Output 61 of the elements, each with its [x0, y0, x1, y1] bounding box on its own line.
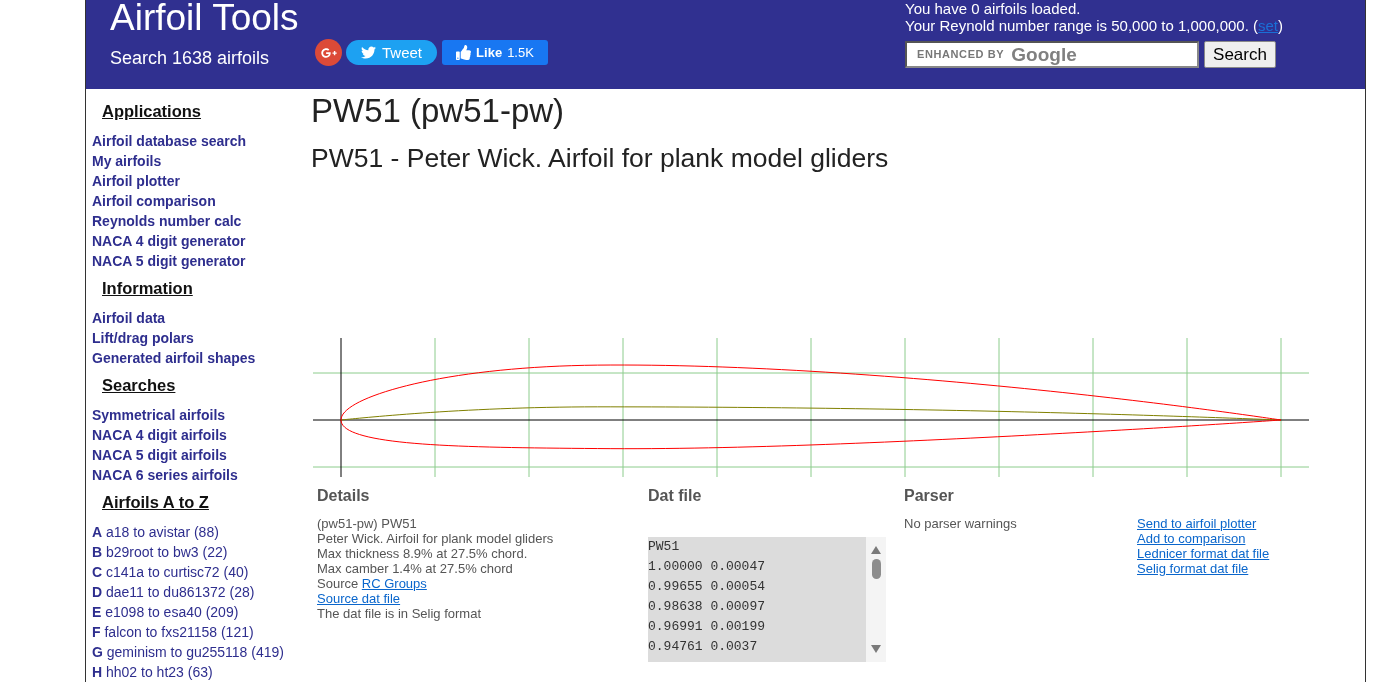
- page-subtitle: PW51 - Peter Wick. Airfoil for plank model gliders: [311, 143, 889, 173]
- sidebar-link[interactable]: D dae11 to du861372 (28): [92, 582, 255, 602]
- sidebar-link[interactable]: Lift/drag polars: [92, 328, 194, 348]
- detail-text: Peter Wick. Airfoil for plank model gliders: [317, 531, 554, 546]
- sidebar-heading: Information: [102, 278, 193, 298]
- sidebar-link[interactable]: Airfoil database search: [92, 131, 247, 151]
- sidebar-link[interactable]: NACA 5 digit generator: [92, 251, 246, 271]
- sidebar-link[interactable]: Airfoil comparison: [92, 191, 216, 211]
- like-button[interactable]: Like 1.5K: [442, 40, 548, 65]
- source-link[interactable]: RC Groups: [361, 576, 427, 591]
- section-heading: Details: [317, 486, 370, 506]
- action-link[interactable]: Selig format dat file: [1137, 561, 1249, 576]
- enhanced-by-text: ENHANCED BY: [917, 47, 1005, 62]
- search-field[interactable]: ENHANCED BY Google: [905, 41, 1199, 68]
- site-subtitle: Search 1638 airfoils: [110, 47, 271, 69]
- sidebar-link[interactable]: NACA 4 digit generator: [92, 231, 246, 251]
- scroll-down-arrow-icon[interactable]: [871, 645, 881, 653]
- sidebar-link[interactable]: Airfoil plotter: [92, 171, 180, 191]
- section-heading: Dat file: [648, 486, 702, 506]
- bird-icon: [361, 45, 376, 60]
- scrollbar[interactable]: [866, 537, 886, 662]
- reynolds-range-text: Your Reynold number range is 50,000 to 1,000,000. (set): [905, 17, 1285, 34]
- sidebar-link[interactable]: Airfoil data: [92, 308, 166, 328]
- google-wordmark: Google: [1011, 46, 1077, 63]
- detail-text: Max thickness 8.9% at 27.5% chord.: [317, 546, 528, 561]
- sidebar-link[interactable]: My airfoils: [92, 151, 162, 171]
- sidebar-link[interactable]: NACA 4 digit airfoils: [92, 425, 227, 445]
- dat-file-textarea[interactable]: PW51 1.00000 0.00047 0.99655 0.00054 0.98638 0.00097 0.96991 0.00199 0.94761 0.0037: [648, 537, 866, 662]
- page-title: PW51 (pw51-pw): [311, 92, 565, 130]
- action-link[interactable]: Send to airfoil plotter: [1137, 516, 1257, 531]
- action-link[interactable]: Lednicer format dat file: [1137, 546, 1270, 561]
- sidebar-link[interactable]: C c141a to curtisc72 (40): [92, 562, 249, 582]
- detail-text: (pw51-pw) PW51: [317, 516, 417, 531]
- scroll-up-arrow-icon[interactable]: [871, 546, 881, 554]
- detail-text: Max camber 1.4% at 27.5% chord: [317, 561, 513, 576]
- sidebar-link[interactable]: G geminism to gu255118 (419): [92, 642, 284, 662]
- sidebar-heading: Searches: [102, 375, 176, 395]
- sidebar-link[interactable]: B b29root to bw3 (22): [92, 542, 228, 562]
- sidebar-link[interactable]: NACA 5 digit airfoils: [92, 445, 227, 465]
- section-heading: Parser: [904, 486, 954, 506]
- sidebar-link[interactable]: NACA 6 series airfoils: [92, 465, 238, 485]
- sidebar-heading: Airfoils A to Z: [102, 492, 209, 512]
- sidebar-link[interactable]: Generated airfoil shapes: [92, 348, 256, 368]
- sidebar-link[interactable]: Reynolds number calc: [92, 211, 242, 231]
- search-button[interactable]: Search: [1204, 41, 1276, 68]
- source-text: Source RC Groups: [317, 576, 427, 591]
- scroll-thumb[interactable]: [871, 559, 881, 579]
- sidebar-link[interactable]: F falcon to fxs21158 (121): [92, 622, 254, 642]
- sidebar-link[interactable]: E e1098 to esa40 (209): [92, 602, 239, 622]
- thumbs-up-icon: [456, 45, 472, 60]
- g-plus-button[interactable]: [315, 39, 342, 66]
- sidebar-link[interactable]: Symmetrical airfoils: [92, 405, 226, 425]
- detail-link[interactable]: Source dat file: [317, 591, 401, 606]
- action-link[interactable]: Add to comparison: [1137, 531, 1246, 546]
- loaded-status-text: You have 0 airfoils loaded.: [905, 0, 1082, 17]
- site-title: Airfoil Tools: [110, 0, 300, 35]
- sidebar-link[interactable]: H hh02 to ht23 (63): [92, 662, 213, 682]
- sidebar-link[interactable]: A a18 to avistar (88): [92, 522, 219, 542]
- detail-text: The dat file is in Selig format: [317, 606, 482, 621]
- parser-message: No parser warnings: [904, 516, 1017, 531]
- sidebar-heading: Applications: [102, 101, 201, 121]
